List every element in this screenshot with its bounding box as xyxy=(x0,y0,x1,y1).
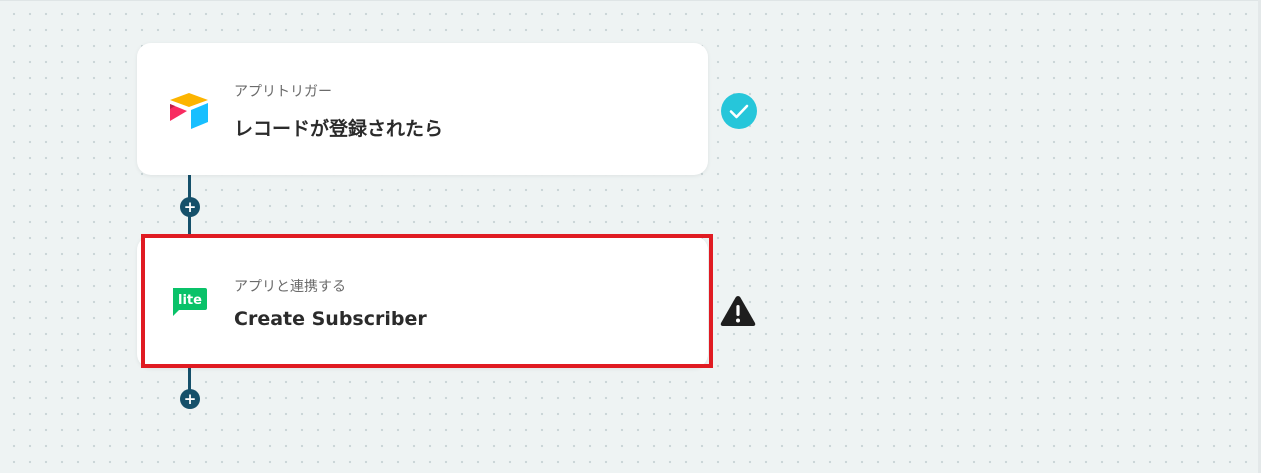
step-title: レコードが登録されたら xyxy=(234,118,444,140)
check-circle-icon xyxy=(721,93,757,129)
step-type-label: アプリトリガー xyxy=(234,84,332,100)
add-step-button[interactable]: + xyxy=(180,389,200,409)
canvas-top-border xyxy=(0,0,1261,1)
step-type-label: アプリと連携する xyxy=(234,279,346,295)
step-title: Create Subscriber xyxy=(234,308,427,330)
airtable-logo-icon xyxy=(170,93,208,129)
trigger-step-card[interactable]: アプリトリガー レコードが登録されたら xyxy=(137,43,708,175)
warning-triangle-icon xyxy=(720,296,756,326)
add-step-button[interactable]: + xyxy=(180,197,200,217)
mailerlite-logo-icon: lite xyxy=(173,288,207,316)
action-step-card[interactable]: lite アプリと連携する Create Subscriber xyxy=(137,236,708,368)
svg-text:lite: lite xyxy=(178,293,202,308)
